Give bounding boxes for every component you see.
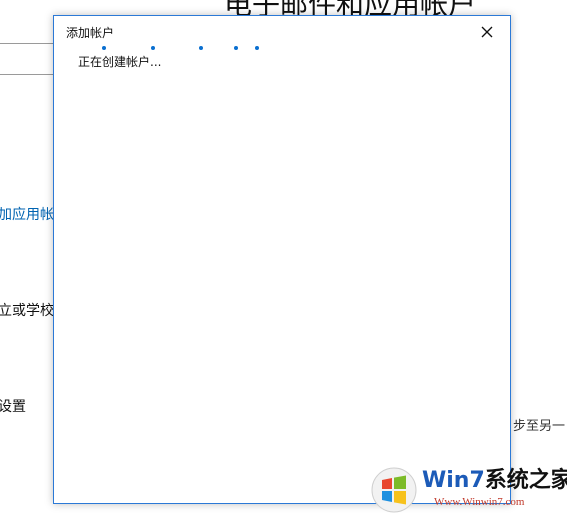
dialog-title: 添加帐户	[66, 26, 115, 40]
sync-description: 步至另一	[513, 419, 566, 434]
close-button[interactable]	[472, 20, 502, 44]
progress-dot	[199, 46, 203, 50]
windows-logo-icon	[371, 467, 417, 513]
settings-item[interactable]: 设置	[0, 398, 26, 416]
progress-dot	[151, 46, 155, 50]
close-icon	[481, 26, 493, 38]
watermark-title: Win7系统之家	[422, 468, 567, 493]
watermark-url: Www.Winwin7.com	[434, 496, 525, 508]
watermark: Win7系统之家 Www.Winwin7.com	[370, 464, 567, 518]
progress-dot	[255, 46, 259, 50]
add-account-dialog: 添加帐户 正在创建帐户...	[53, 15, 511, 504]
search-input[interactable]	[0, 43, 58, 75]
progress-dot	[234, 46, 238, 50]
status-text: 正在创建帐户...	[78, 55, 162, 69]
progress-dot	[102, 46, 106, 50]
